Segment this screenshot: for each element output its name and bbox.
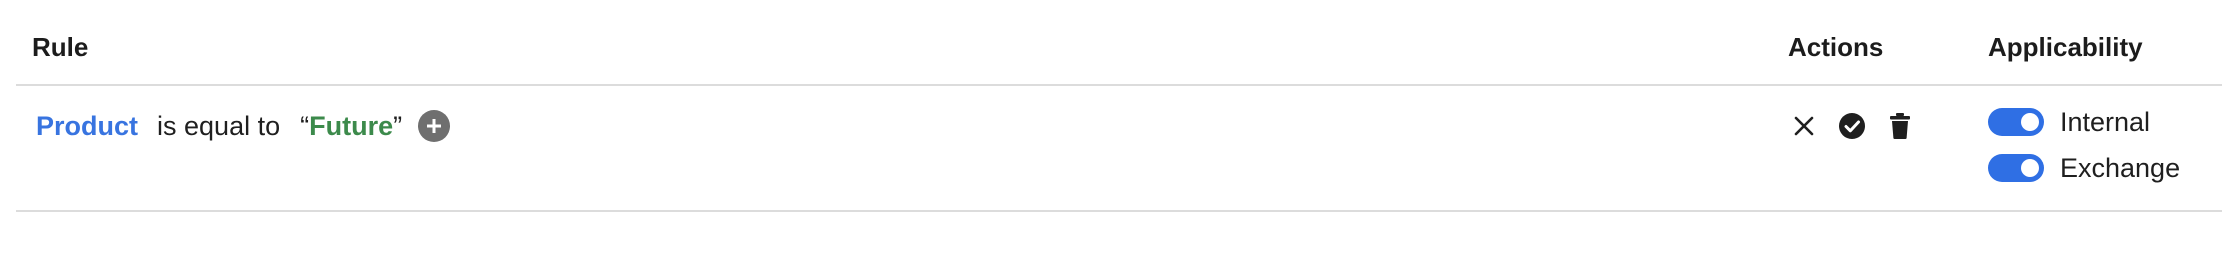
rule-expression: Product is equal to “ Future ” [36, 104, 451, 148]
applicability-toggles: Internal Exchange [1988, 104, 2180, 196]
applicability-internal: Internal [1988, 104, 2180, 140]
rule-column-header: Rule [32, 32, 89, 62]
plus-circle-icon [427, 119, 442, 133]
close-quote: ” [393, 110, 403, 141]
actions-column-header: Actions [1788, 32, 1884, 62]
rule-operator[interactable]: is equal to [157, 111, 280, 142]
open-quote: “ [300, 110, 310, 141]
exchange-toggle-label: Exchange [2060, 152, 2181, 183]
check-circle-icon [1839, 113, 1865, 139]
internal-toggle[interactable] [1988, 108, 2044, 136]
rules-table: Rule Actions Applicability Product is eq… [16, 0, 2222, 258]
table-header-row: Rule Actions Applicability [16, 0, 2222, 86]
exchange-toggle[interactable] [1988, 154, 2044, 182]
rule-value[interactable]: “ Future ” [300, 111, 402, 142]
internal-toggle-label: Internal [2060, 106, 2151, 137]
table-row: Product is equal to “ Future ” Internal … [16, 84, 2222, 212]
toggle-knob [2021, 159, 2039, 177]
delete-button[interactable] [1884, 110, 1916, 142]
applicability-exchange: Exchange [1988, 150, 2180, 186]
cancel-button[interactable] [1788, 110, 1820, 142]
trash-icon [1890, 113, 1910, 139]
add-condition-button[interactable] [418, 110, 451, 142]
close-icon [1794, 116, 1814, 136]
rule-actions [1788, 108, 1916, 144]
rule-value-text: Future [309, 110, 394, 141]
toggle-knob [2021, 113, 2039, 131]
confirm-button[interactable] [1836, 110, 1868, 142]
rule-field-link[interactable]: Product [36, 111, 138, 142]
applicability-column-header: Applicability [1988, 32, 2143, 62]
